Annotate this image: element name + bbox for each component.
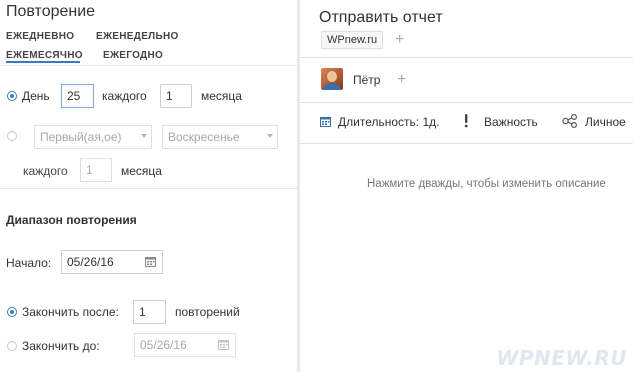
- start-label: Начало:: [6, 256, 52, 270]
- month-unit-label-2: месяца: [121, 164, 162, 178]
- month-interval-input-2[interactable]: 1: [80, 158, 112, 182]
- end-by-label: Закончить до:: [22, 339, 100, 353]
- day-number-input[interactable]: 25: [61, 84, 94, 108]
- start-date-input[interactable]: 05/26/16: [61, 250, 163, 274]
- assignee-name[interactable]: Пётр: [353, 73, 380, 87]
- radio-end-after[interactable]: [7, 307, 17, 317]
- tab-yearly[interactable]: ЕЖЕГОДНО: [103, 50, 163, 61]
- tab-monthly[interactable]: ЕЖЕМЕСЯЧНО: [6, 50, 83, 61]
- share-icon: [562, 114, 577, 128]
- ordinal-select[interactable]: Первый(ая,ое): [34, 125, 152, 149]
- assignee-separator: [300, 102, 633, 103]
- exclamation-icon: [464, 114, 468, 128]
- every-label-2: каждого: [23, 164, 68, 178]
- header-separator: [300, 57, 633, 58]
- add-assignee-plus-icon[interactable]: +: [397, 72, 406, 88]
- assignee-avatar[interactable]: [321, 68, 343, 90]
- weekday-select[interactable]: Воскресенье: [162, 125, 278, 149]
- weekday-select-value: Воскресенье: [168, 130, 240, 144]
- calendar-icon[interactable]: [218, 339, 229, 350]
- occurrences-input[interactable]: 1: [133, 300, 166, 324]
- calendar-icon[interactable]: [145, 256, 156, 267]
- range-title: Диапазон повторения: [6, 213, 137, 227]
- end-date-value: 05/26/16: [140, 338, 187, 352]
- watermark: WPNEW.RU: [496, 346, 627, 370]
- radio-weekday-option[interactable]: [7, 131, 17, 141]
- description-placeholder[interactable]: Нажмите дважды, чтобы изменить описание: [367, 178, 606, 190]
- meta-separator: [300, 143, 633, 144]
- tab-daily[interactable]: ЕЖЕДНЕВНО: [6, 31, 74, 42]
- month-unit-label: месяца: [201, 89, 242, 103]
- calendar-icon: [320, 117, 331, 127]
- ordinal-select-value: Первый(ая,ое): [40, 130, 122, 144]
- end-after-label: Закончить после:: [22, 305, 119, 319]
- chevron-down-icon: [141, 134, 147, 138]
- start-date-value: 05/26/16: [67, 255, 114, 269]
- every-label: каждого: [102, 89, 147, 103]
- section-separator: [0, 188, 297, 189]
- task-title[interactable]: Отправить отчет: [319, 9, 443, 27]
- duration-field[interactable]: Длительность: 1д.: [338, 115, 439, 129]
- personal-field[interactable]: Личное: [585, 115, 626, 129]
- end-date-input[interactable]: 05/26/16: [134, 333, 236, 357]
- folder-tag[interactable]: WPnew.ru: [321, 31, 384, 49]
- importance-field[interactable]: Важность: [484, 115, 538, 129]
- task-details-panel: Отправить отчет WPnew.ru + Пётр + Длител…: [300, 0, 633, 372]
- radio-end-by[interactable]: [7, 341, 17, 351]
- day-label: День: [22, 89, 50, 103]
- active-tab-indicator: [6, 61, 80, 63]
- chevron-down-icon: [267, 134, 273, 138]
- occurrences-unit-label: повторений: [175, 305, 240, 319]
- add-tag-plus-icon[interactable]: +: [395, 32, 404, 48]
- tabs-separator: [0, 65, 297, 66]
- tab-weekly[interactable]: ЕЖЕНЕДЕЛЬНО: [96, 31, 179, 42]
- month-interval-input[interactable]: 1: [160, 84, 192, 108]
- recurrence-panel: Повторение ЕЖЕДНЕВНО ЕЖЕНЕДЕЛЬНО ЕЖЕМЕСЯ…: [0, 0, 297, 372]
- radio-day-option[interactable]: [7, 91, 17, 101]
- recurrence-title: Повторение: [6, 3, 96, 20]
